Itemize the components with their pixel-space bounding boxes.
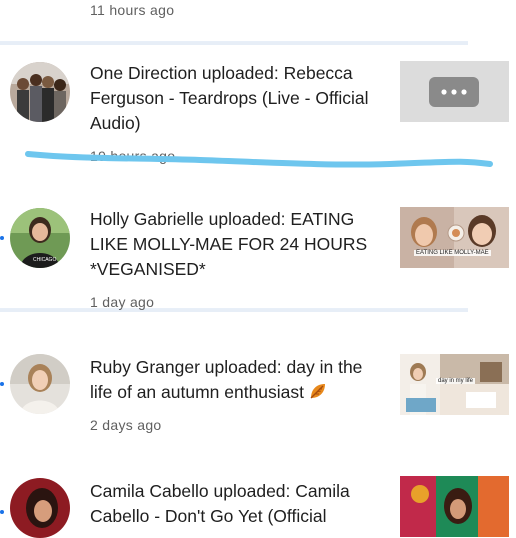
- channel-avatar[interactable]: [10, 478, 70, 538]
- channel-avatar[interactable]: [10, 354, 70, 414]
- channel-avatar[interactable]: CHICAGO: [10, 208, 70, 268]
- svg-text:CHICAGO: CHICAGO: [33, 257, 56, 263]
- previous-notification-time: 11 hours ago: [90, 2, 175, 18]
- ghost-row: ▬▬▬▬▬▬▬▬▬▬▬▬▬▬▬▬▬▬▬▬▬▬▬▬▬▬▬▬▬▬▬▬▬▬▬▬: [0, 33, 468, 48]
- unread-indicator: [0, 236, 4, 240]
- channel-avatar[interactable]: [10, 62, 70, 122]
- video-thumbnail[interactable]: day in my life: [400, 354, 509, 415]
- notification-text: Holly Gabrielle uploaded: EATING LIKE MO…: [90, 209, 368, 279]
- video-thumbnail[interactable]: EATING LIKE MOLLY-MAE: [400, 207, 509, 268]
- more-dots-icon: [429, 77, 479, 107]
- notification-time: 2 days ago: [90, 417, 162, 433]
- annotation-underline: [25, 151, 493, 168]
- notification-time: 1 day ago: [90, 294, 155, 310]
- ghost-row: ▬▬▬▬▬▬▬▬▬▬▬▬▬▬▬▬▬▬▬▬▬▬▬▬▬▬▬▬▬▬▬▬▬▬▬▬: [0, 300, 468, 315]
- unread-indicator: [0, 510, 4, 514]
- video-thumbnail[interactable]: [400, 61, 509, 122]
- thumbnail-caption: day in my life: [436, 378, 476, 384]
- unread-indicator: [0, 382, 4, 386]
- notification-text: One Direction uploaded: Rebecca Ferguson…: [90, 63, 369, 133]
- video-thumbnail[interactable]: [400, 476, 509, 537]
- notification-text: Ruby Granger uploaded: day in the life o…: [90, 355, 382, 408]
- autumn-leaf-icon: [308, 381, 328, 408]
- notification-text: Camila Cabello uploaded: Camila Cabello …: [90, 481, 350, 526]
- thumbnail-caption: EATING LIKE MOLLY-MAE: [414, 250, 491, 256]
